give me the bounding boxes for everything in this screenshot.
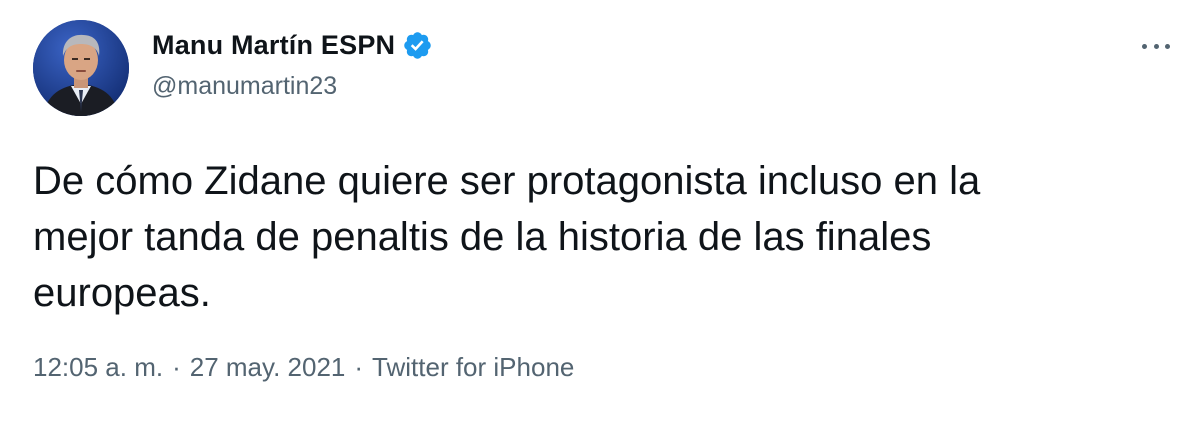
- more-dot: [1142, 43, 1147, 49]
- more-dot: [1153, 43, 1159, 49]
- tweet-text: De cómo Zidane quiere ser protagonista i…: [33, 159, 981, 315]
- more-dot: [1165, 43, 1170, 49]
- tweet-card: Manu Martín ESPN @manumartin23 De cómo Z…: [0, 0, 1200, 423]
- tweet-metadata: 12:05 a. m. · 27 may. 2021 · Twitter for…: [33, 352, 574, 383]
- profile-photo-icon: [33, 20, 129, 116]
- more-options-icon[interactable]: [1142, 42, 1170, 50]
- author-name-row: Manu Martín ESPN: [152, 28, 433, 62]
- separator-dot: ·: [172, 352, 181, 382]
- verified-badge-icon: [402, 30, 433, 61]
- author-display-name[interactable]: Manu Martín ESPN: [152, 30, 395, 61]
- tweet-time[interactable]: 12:05 a. m.: [33, 352, 163, 383]
- tweet-source[interactable]: Twitter for iPhone: [372, 352, 574, 383]
- separator-dot: ·: [354, 352, 364, 382]
- avatar[interactable]: [33, 20, 129, 116]
- author-handle[interactable]: @manumartin23: [152, 72, 337, 101]
- tweet-date[interactable]: 27 may. 2021: [190, 352, 346, 383]
